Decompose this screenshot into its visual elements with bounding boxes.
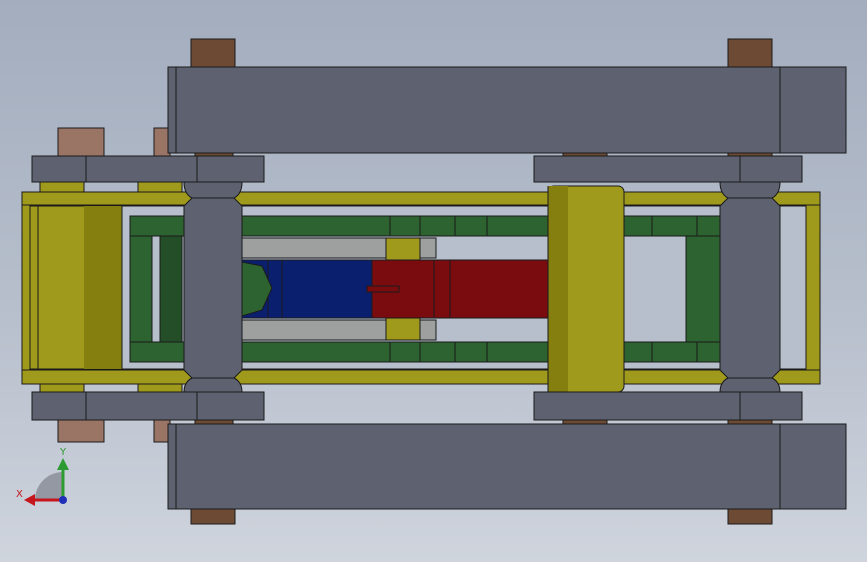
clamp-bottom-left-outer bbox=[31, 391, 89, 421]
clamp-bottom-right bbox=[533, 391, 803, 421]
triad-plane-shade bbox=[35, 472, 63, 500]
clamp-bottom-left bbox=[85, 391, 265, 421]
green-frame-left-post bbox=[129, 235, 153, 343]
coordinate-triad: Y X bbox=[16, 447, 69, 506]
green-frame-right-post bbox=[685, 235, 721, 343]
olive-sleeve-bottom bbox=[385, 317, 421, 341]
clamp-top-right bbox=[533, 155, 803, 183]
green-frame-left-post-2 bbox=[159, 235, 183, 343]
red-ram-pin bbox=[366, 285, 400, 293]
triad-y-arrowhead bbox=[57, 458, 69, 470]
bronze-block-top-right bbox=[727, 38, 773, 70]
upright-left bbox=[183, 181, 243, 393]
triad-z-origin bbox=[59, 496, 67, 504]
triad-x-arrowhead bbox=[24, 494, 35, 506]
left-roller-shadow bbox=[84, 206, 122, 369]
cad-viewport[interactable]: Y X bbox=[0, 0, 867, 562]
bronze-block-top-left bbox=[190, 38, 236, 70]
bottom-beam bbox=[167, 423, 847, 510]
olive-sleeve-top bbox=[385, 237, 421, 261]
clamp-top-left-outer bbox=[31, 155, 89, 183]
triad-x-label: X bbox=[16, 489, 23, 500]
middle-roller-shade bbox=[548, 186, 568, 392]
left-pin-bottom bbox=[57, 417, 105, 443]
upright-right bbox=[719, 181, 781, 393]
clamp-top-left bbox=[85, 155, 265, 183]
triad-y-label: Y bbox=[59, 447, 67, 458]
top-beam bbox=[167, 66, 847, 154]
left-pin-top bbox=[57, 127, 105, 159]
